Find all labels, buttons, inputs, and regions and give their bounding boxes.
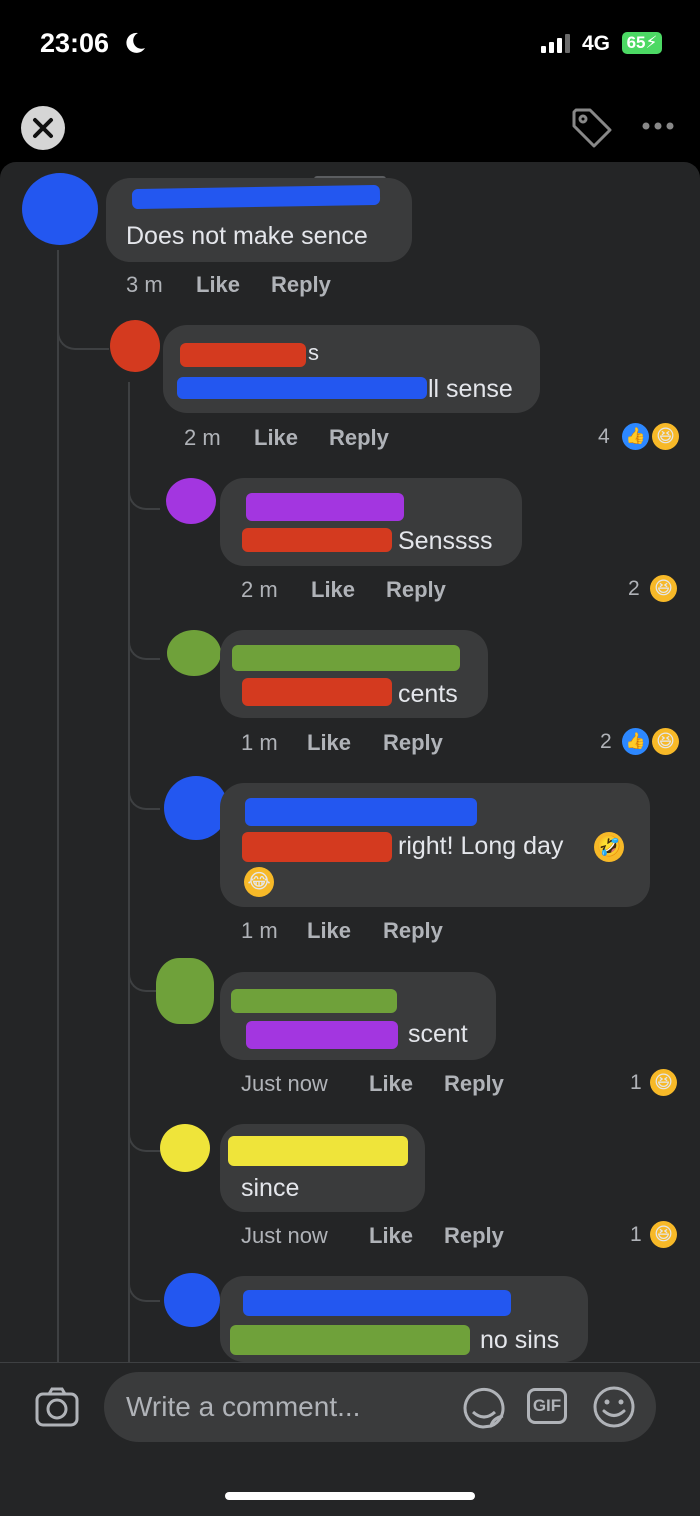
comment-time: 2 m: [241, 577, 278, 602]
emoji-icon[interactable]: [592, 1385, 636, 1429]
thread-connector: [57, 290, 109, 350]
redacted-name: [232, 645, 460, 671]
comment-text: cents: [398, 680, 458, 708]
thread-line-reply: [128, 382, 130, 1362]
avatar[interactable]: [164, 776, 228, 840]
thread-connector: [128, 1105, 160, 1152]
avatar[interactable]: [164, 1273, 220, 1327]
comment-text: since: [241, 1174, 300, 1202]
reaction-count[interactable]: 2: [628, 577, 640, 601]
redacted-name: [228, 1136, 408, 1166]
battery-indicator: 65⚡: [622, 32, 662, 54]
comment-time: 1 m: [241, 730, 278, 755]
redacted-mention: [242, 528, 392, 552]
like-button[interactable]: Like: [254, 425, 298, 451]
like-button[interactable]: Like: [307, 730, 351, 756]
comment-name-suffix: s: [308, 340, 319, 365]
comment-text: Does not make sence: [126, 222, 368, 250]
haha-reaction-icon: 😆: [652, 423, 679, 450]
like-reaction-icon: 👍: [622, 423, 649, 450]
redacted-mention: [177, 377, 427, 399]
battery-level: 65: [626, 33, 646, 52]
moon-icon: [126, 32, 145, 53]
comment-text: scent: [408, 1020, 468, 1048]
like-button[interactable]: Like: [196, 272, 240, 298]
redacted-name: [180, 343, 306, 367]
comment-placeholder: Write a comment...: [126, 1391, 361, 1422]
camera-icon[interactable]: [34, 1386, 80, 1428]
reply-button[interactable]: Reply: [271, 272, 331, 298]
reply-button[interactable]: Reply: [383, 730, 443, 756]
comment-time: Just now: [241, 1223, 328, 1248]
rofl-emoji-icon: 🤣: [594, 832, 624, 862]
comment-time: 1 m: [241, 918, 278, 943]
comment-time: 3 m: [126, 272, 163, 297]
haha-reaction-icon: 😆: [650, 575, 677, 602]
gif-icon[interactable]: GIF: [527, 1388, 567, 1424]
thread-connector: [128, 760, 160, 810]
sticker-icon[interactable]: [461, 1386, 507, 1430]
comment-time: Just now: [241, 1071, 328, 1096]
redacted-name: [243, 1290, 511, 1316]
avatar[interactable]: [166, 478, 216, 524]
haha-reaction-icon: 😆: [652, 728, 679, 755]
comment-text: no sins: [480, 1326, 560, 1354]
home-indicator[interactable]: [225, 1492, 475, 1500]
reply-button[interactable]: Reply: [329, 425, 389, 451]
avatar[interactable]: [22, 173, 98, 245]
reply-button[interactable]: Reply: [383, 918, 443, 944]
reaction-count[interactable]: 2: [600, 730, 612, 754]
close-button[interactable]: [21, 106, 65, 150]
thread-connector: [128, 1258, 160, 1302]
avatar[interactable]: [110, 320, 160, 372]
comment-text: ll sense: [428, 375, 513, 403]
haha-reaction-icon: 😆: [650, 1069, 677, 1096]
thread-line-main: [57, 250, 59, 1362]
reply-button[interactable]: Reply: [444, 1071, 504, 1097]
reply-button[interactable]: Reply: [386, 577, 446, 603]
redacted-name: [245, 798, 477, 826]
redacted-mention: [242, 678, 392, 706]
comment-time: 2 m: [184, 425, 221, 450]
avatar[interactable]: [167, 630, 221, 676]
redacted-name: [246, 493, 404, 521]
like-button[interactable]: Like: [311, 577, 355, 603]
like-button[interactable]: Like: [307, 918, 351, 944]
avatar[interactable]: [160, 1124, 210, 1172]
reaction-count[interactable]: 4: [598, 425, 610, 449]
redacted-mention: [246, 1021, 398, 1049]
more-icon[interactable]: [640, 114, 676, 138]
thread-connector: [128, 458, 160, 510]
like-reaction-icon: 👍: [622, 728, 649, 755]
status-time: 23:06: [40, 28, 110, 58]
reply-button[interactable]: Reply: [444, 1223, 504, 1249]
like-button[interactable]: Like: [369, 1223, 413, 1249]
comment-text: right! Long day: [398, 832, 564, 860]
joy-emoji-icon: 😂: [244, 867, 274, 897]
haha-reaction-icon: 😆: [650, 1221, 677, 1248]
thread-connector: [128, 610, 160, 660]
tag-icon[interactable]: [570, 106, 614, 150]
close-icon: [33, 118, 53, 138]
reaction-count[interactable]: 1: [630, 1223, 642, 1247]
redacted-mention: [230, 1325, 470, 1355]
network-type: 4G: [582, 32, 611, 55]
like-button[interactable]: Like: [369, 1071, 413, 1097]
reaction-count[interactable]: 1: [630, 1071, 642, 1095]
comment-text: Senssss: [398, 527, 493, 555]
redacted-mention: [242, 832, 392, 862]
redacted-name: [231, 989, 397, 1013]
avatar[interactable]: [156, 958, 214, 1024]
